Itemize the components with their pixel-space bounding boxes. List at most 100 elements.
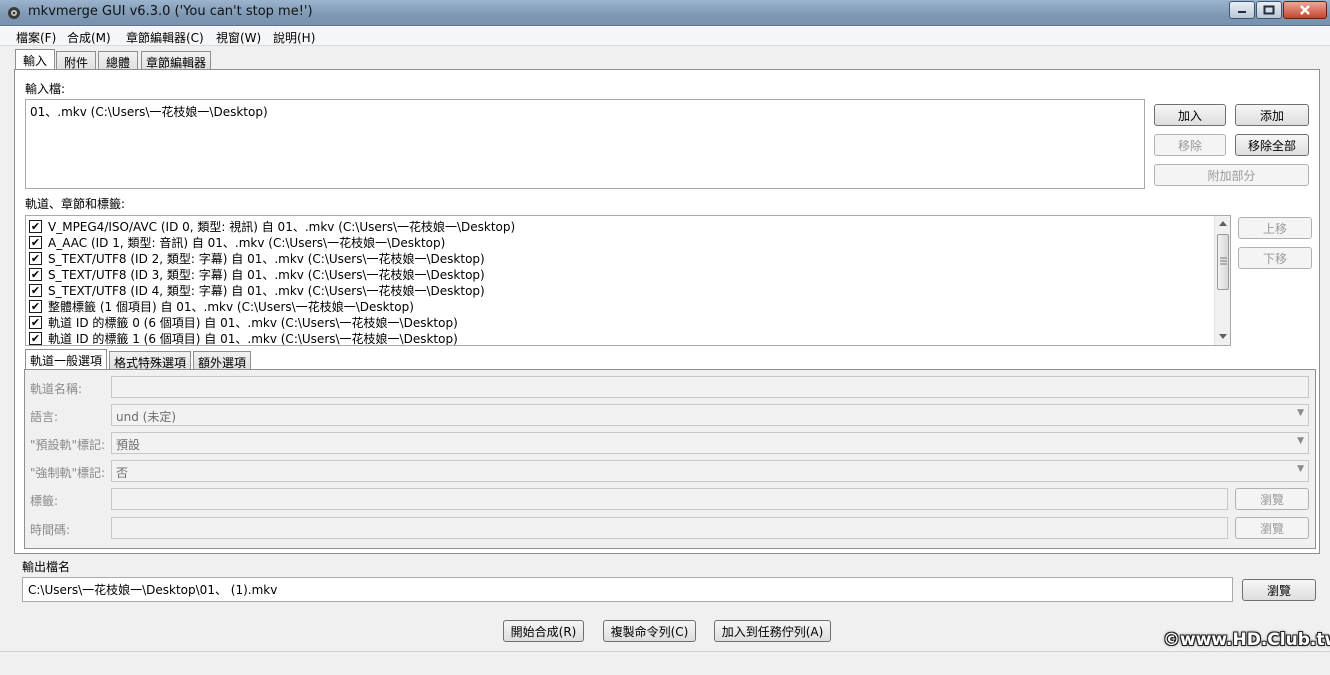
window-title: mkvmerge GUI v6.3.0 ('You can't stop me!…: [28, 4, 313, 19]
tab-extra-options[interactable]: 額外選項: [193, 351, 251, 370]
output-browse-button[interactable]: 瀏覽: [1242, 579, 1316, 601]
chevron-down-icon: ▼: [1297, 436, 1304, 446]
default-flag-select[interactable]: 預設 ▼: [111, 432, 1309, 454]
tags-label: 標籤:: [30, 494, 59, 508]
track-options-panel: 軌道名稱: 語言: und (未定) ▼ "預設軌"標記: 預設 ▼ "強制軌"…: [24, 369, 1316, 549]
menu-bar: 檔案(F) 合成(M) 章節編輯器(C) 視窗(W) 說明(H): [0, 26, 1330, 46]
track-row[interactable]: ✔ S_TEXT/UTF8 (ID 4, 類型: 字幕) 自 01、.mkv (…: [29, 282, 485, 298]
language-select[interactable]: und (未定) ▼: [111, 404, 1309, 426]
track-name-label: 軌道名稱:: [30, 382, 83, 396]
tab-track-general[interactable]: 軌道一般選項: [25, 349, 107, 370]
track-checkbox[interactable]: ✔: [29, 251, 42, 265]
input-files-list[interactable]: 01、.mkv (C:\Users\一花枝娘一\Desktop): [25, 99, 1145, 189]
minimize-icon: [1238, 11, 1246, 13]
track-label: V_MPEG4/ISO/AVC (ID 0, 類型: 視訊) 自 01、.mkv…: [48, 219, 516, 234]
track-checkbox[interactable]: ✔: [29, 219, 42, 233]
tags-browse-button[interactable]: 瀏覽: [1235, 488, 1309, 510]
input-panel: 輸入檔: 01、.mkv (C:\Users\一花枝娘一\Desktop) 加入…: [14, 69, 1320, 554]
default-flag-value: 預設: [116, 438, 141, 452]
check-icon: ✔: [30, 235, 41, 249]
check-icon: ✔: [30, 219, 41, 233]
tab-attachments[interactable]: 附件: [56, 51, 96, 70]
language-value: und (未定): [116, 410, 177, 424]
title-bar[interactable]: mkvmerge GUI v6.3.0 ('You can't stop me!…: [0, 0, 1330, 26]
status-bar: [0, 651, 1330, 675]
check-icon: ✔: [30, 315, 41, 329]
add-to-job-queue-button[interactable]: 加入到任務佇列(A): [714, 620, 831, 642]
chevron-down-icon: ▼: [1297, 408, 1304, 418]
move-up-button[interactable]: 上移: [1238, 217, 1312, 239]
track-label: 軌道 ID 的標籤 0 (6 個項目) 自 01、.mkv (C:\Users\…: [48, 315, 458, 330]
language-label: 語言:: [30, 410, 59, 424]
output-filename-value: C:\Users\一花枝娘一\Desktop\01、 (1).mkv: [28, 583, 278, 597]
track-label: A_AAC (ID 1, 類型: 音訊) 自 01、.mkv (C:\Users…: [48, 235, 446, 250]
scroll-down-icon[interactable]: [1219, 334, 1227, 339]
input-files-label: 輸入檔:: [25, 82, 66, 96]
menu-mux[interactable]: 合成(M): [67, 29, 111, 46]
menu-help[interactable]: 說明(H): [273, 29, 315, 46]
track-row[interactable]: ✔ 整體標籤 (1 個項目) 自 01、.mkv (C:\Users\一花枝娘一…: [29, 298, 414, 314]
tab-input[interactable]: 輸入: [15, 49, 55, 70]
watermark: ©www.HD.Club.tw: [1163, 630, 1330, 650]
close-button[interactable]: [1283, 1, 1327, 19]
close-icon: [1300, 5, 1310, 15]
forced-flag-label: "強制軌"標記:: [30, 466, 106, 480]
timecodes-label: 時間碼:: [30, 523, 71, 537]
track-label: S_TEXT/UTF8 (ID 2, 類型: 字幕) 自 01、.mkv (C:…: [48, 251, 485, 266]
track-checkbox[interactable]: ✔: [29, 283, 42, 297]
menu-chapter-editor[interactable]: 章節編輯器(C): [126, 29, 204, 46]
check-icon: ✔: [30, 251, 41, 265]
track-checkbox[interactable]: ✔: [29, 331, 42, 345]
track-row[interactable]: ✔ V_MPEG4/ISO/AVC (ID 0, 類型: 視訊) 自 01、.m…: [29, 218, 515, 234]
output-label: 輸出檔名: [22, 560, 71, 574]
track-row[interactable]: ✔ A_AAC (ID 1, 類型: 音訊) 自 01、.mkv (C:\Use…: [29, 234, 445, 250]
append-button[interactable]: 添加: [1235, 104, 1309, 126]
check-icon: ✔: [30, 283, 41, 297]
forced-flag-select[interactable]: 否 ▼: [111, 460, 1309, 482]
track-label: 軌道 ID 的標籤 1 (6 個項目) 自 01、.mkv (C:\Users\…: [48, 331, 458, 346]
tab-global[interactable]: 總體: [98, 51, 138, 70]
track-checkbox[interactable]: ✔: [29, 315, 42, 329]
timecodes-browse-button[interactable]: 瀏覽: [1235, 517, 1309, 539]
maximize-icon: [1263, 5, 1275, 15]
track-checkbox[interactable]: ✔: [29, 299, 42, 313]
track-label: S_TEXT/UTF8 (ID 3, 類型: 字幕) 自 01、.mkv (C:…: [48, 267, 485, 282]
menu-window[interactable]: 視窗(W): [216, 29, 261, 46]
tracks-list[interactable]: ✔ V_MPEG4/ISO/AVC (ID 0, 類型: 視訊) 自 01、.m…: [25, 215, 1231, 346]
scroll-up-icon[interactable]: [1219, 221, 1227, 226]
track-checkbox[interactable]: ✔: [29, 235, 42, 249]
track-label: 整體標籤 (1 個項目) 自 01、.mkv (C:\Users\一花枝娘一\D…: [48, 299, 414, 314]
track-row[interactable]: ✔ 軌道 ID 的標籤 1 (6 個項目) 自 01、.mkv (C:\User…: [29, 330, 458, 346]
input-file-item[interactable]: 01、.mkv (C:\Users\一花枝娘一\Desktop): [30, 103, 268, 120]
track-name-field[interactable]: [111, 376, 1309, 398]
output-filename-field[interactable]: C:\Users\一花枝娘一\Desktop\01、 (1).mkv: [22, 577, 1233, 602]
menu-file[interactable]: 檔案(F): [16, 29, 56, 46]
timecodes-field[interactable]: [111, 517, 1228, 539]
remove-button[interactable]: 移除: [1154, 134, 1226, 156]
remove-all-button[interactable]: 移除全部: [1235, 134, 1309, 156]
chevron-down-icon: ▼: [1297, 464, 1304, 474]
additional-parts-button[interactable]: 附加部分: [1154, 164, 1309, 186]
check-icon: ✔: [30, 267, 41, 281]
track-checkbox[interactable]: ✔: [29, 267, 42, 281]
check-icon: ✔: [30, 331, 41, 345]
tab-chapter-editor[interactable]: 章節編輯器: [141, 51, 211, 70]
default-flag-label: "預設軌"標記:: [30, 438, 106, 452]
add-button[interactable]: 加入: [1154, 104, 1226, 126]
grip-icon: [1220, 257, 1227, 265]
start-muxing-button[interactable]: 開始合成(R): [503, 620, 584, 642]
move-down-button[interactable]: 下移: [1238, 247, 1312, 269]
track-row[interactable]: ✔ S_TEXT/UTF8 (ID 2, 類型: 字幕) 自 01、.mkv (…: [29, 250, 485, 266]
tracks-label: 軌道、章節和標籤:: [25, 197, 126, 211]
tags-field[interactable]: [111, 488, 1228, 510]
maximize-button[interactable]: [1256, 1, 1282, 19]
copy-command-button[interactable]: 複製命令列(C): [603, 620, 696, 642]
forced-flag-value: 否: [116, 466, 129, 480]
app-icon[interactable]: [6, 5, 22, 21]
minimize-button[interactable]: [1229, 1, 1255, 19]
scroll-thumb[interactable]: [1217, 234, 1229, 290]
track-row[interactable]: ✔ 軌道 ID 的標籤 0 (6 個項目) 自 01、.mkv (C:\User…: [29, 314, 458, 330]
tab-format-specific[interactable]: 格式特殊選項: [109, 351, 191, 370]
track-row[interactable]: ✔ S_TEXT/UTF8 (ID 3, 類型: 字幕) 自 01、.mkv (…: [29, 266, 485, 282]
tracks-scrollbar[interactable]: [1214, 216, 1230, 345]
